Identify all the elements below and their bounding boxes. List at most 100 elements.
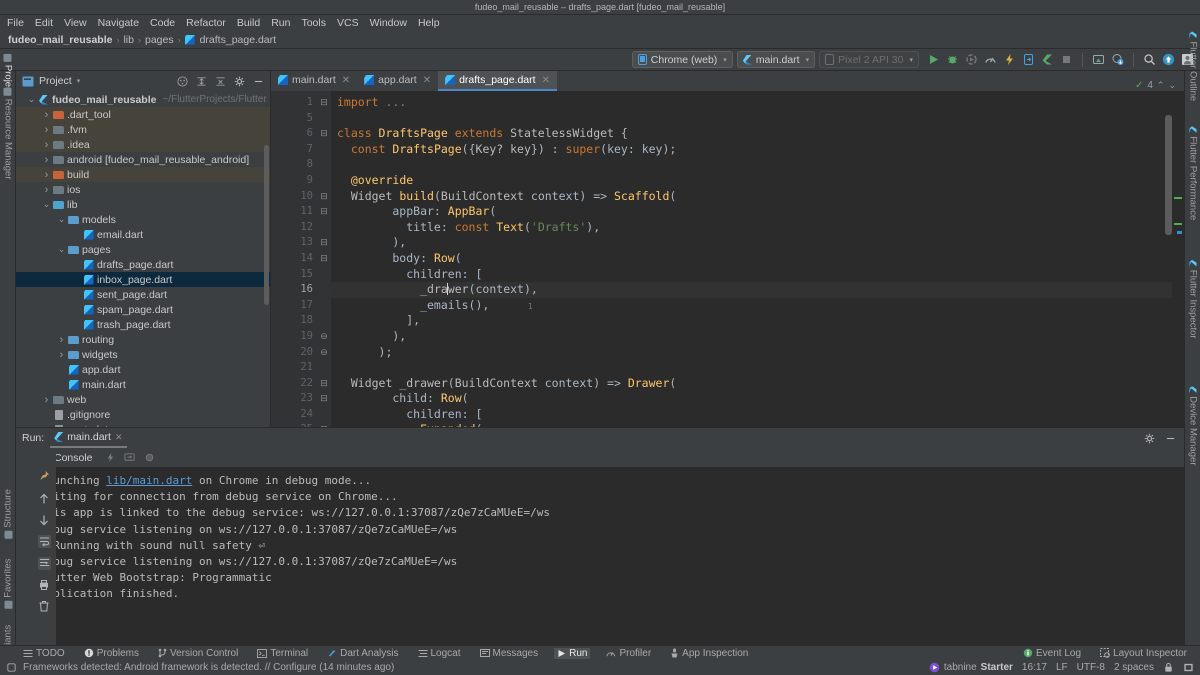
profile-icon[interactable]	[984, 53, 997, 66]
print-icon[interactable]	[38, 579, 50, 591]
code-line[interactable]: ),	[331, 235, 1184, 251]
close-icon[interactable]: ✕	[115, 432, 123, 443]
chevron-down-icon[interactable]: ⌄	[56, 214, 67, 225]
chevron-down-icon[interactable]: ⌄	[26, 94, 37, 105]
console-file-link[interactable]: lib/main.dart	[106, 474, 192, 487]
fold-toggle-icon[interactable]: ⊟	[317, 251, 331, 267]
chevron-down-icon[interactable]: ▾	[77, 77, 81, 85]
soft-wrap-icon[interactable]	[37, 535, 51, 548]
chevron-right-icon[interactable]: ›	[41, 394, 52, 406]
fold-toggle-icon[interactable]: ⊖	[317, 329, 331, 345]
expand-all-icon[interactable]	[196, 76, 207, 87]
tool-window-button-messages[interactable]: Messages	[477, 648, 542, 659]
tree-node[interactable]: main.dart	[16, 377, 270, 392]
code-line[interactable]: children: [	[331, 267, 1184, 283]
tool-window-tab-flutter-outline[interactable]: Flutter Outline	[1187, 32, 1198, 130]
code-line[interactable]: body: Row(	[331, 251, 1184, 267]
tree-node[interactable]: › .fvm	[16, 122, 270, 137]
status-message[interactable]: Frameworks detected: Android framework i…	[23, 662, 394, 673]
tree-node[interactable]: email.dart	[16, 227, 270, 242]
close-icon[interactable]: ✕	[542, 75, 550, 86]
tool-window-button-event-log[interactable]: Event Log	[1020, 648, 1084, 659]
tool-window-button-run[interactable]: Run	[554, 647, 591, 659]
tool-window-tab-resource-manager[interactable]: Resource Manager	[2, 87, 13, 192]
code-line[interactable]: ),	[331, 329, 1184, 345]
tool-window-button-app-inspection[interactable]: App Inspection	[667, 648, 751, 659]
tool-window-button-dart-analysis[interactable]: Dart Analysis	[324, 648, 401, 659]
fold-toggle-icon[interactable]: ⊟	[317, 204, 331, 220]
tree-node[interactable]: ⌄ models	[16, 212, 270, 227]
menu-navigate[interactable]: Navigate	[97, 17, 140, 29]
filter-icon[interactable]	[144, 452, 155, 463]
tool-window-tab-flutter-performance[interactable]: Flutter Performance	[1187, 126, 1198, 246]
chevron-right-icon[interactable]: ›	[41, 169, 52, 181]
tool-window-button-problems[interactable]: Problems	[81, 648, 142, 659]
breadcrumb-project[interactable]: fudeo_mail_reusable	[6, 34, 114, 46]
tool-window-tab-favorites[interactable]: Favorites	[2, 545, 13, 610]
menu-run[interactable]: Run	[270, 17, 291, 29]
tree-node[interactable]: › android [fudeo_mail_reusable_android]	[16, 152, 270, 167]
project-tree-scrollbar[interactable]	[264, 145, 269, 305]
menu-refactor[interactable]: Refactor	[185, 17, 227, 29]
code-line[interactable]: ],	[331, 313, 1184, 329]
chevron-right-icon[interactable]: ›	[41, 109, 52, 121]
memory-indicator-icon[interactable]	[1183, 662, 1194, 673]
menu-code[interactable]: Code	[149, 17, 176, 29]
fold-toggle-icon[interactable]: ⊖	[317, 345, 331, 361]
tree-node[interactable]: spam_page.dart	[16, 302, 270, 317]
fold-toggle-icon[interactable]: ⊟	[317, 126, 331, 142]
code-line[interactable]: title: const Text('Drafts'),	[331, 220, 1184, 236]
tree-node[interactable]: › routing	[16, 332, 270, 347]
editor-fold-gutter[interactable]: ⊟⊟⊟⊟⊟⊟⊖⊖⊟⊟⊟⊟	[317, 91, 331, 427]
code-line[interactable]: Widget build(BuildContext context) => Sc…	[331, 189, 1184, 205]
editor-tab-drafts_page-dart[interactable]: drafts_page.dart ✕	[438, 71, 557, 91]
fold-toggle-icon[interactable]: ⊟	[317, 95, 331, 111]
update-icon[interactable]	[1162, 53, 1175, 66]
fold-toggle-icon[interactable]: ⊟	[317, 391, 331, 407]
tree-node[interactable]: app.dart	[16, 362, 270, 377]
run-icon[interactable]	[927, 53, 940, 66]
menu-tools[interactable]: Tools	[300, 17, 327, 29]
restart-icon[interactable]	[124, 452, 136, 463]
close-icon[interactable]: ✕	[342, 75, 350, 86]
menu-window[interactable]: Window	[369, 17, 408, 29]
chevron-right-icon[interactable]: ›	[41, 139, 52, 151]
project-tree[interactable]: ⌄ fudeo_mail_reusable ~/FlutterProjects/Fl…	[16, 91, 270, 427]
hot-reload-icon[interactable]	[105, 452, 116, 463]
code-line[interactable]: _drawer(context),	[331, 282, 1184, 298]
status-indent[interactable]: 2 spaces	[1114, 662, 1154, 673]
close-icon[interactable]: ✕	[423, 75, 431, 86]
open-devtools-icon[interactable]	[1022, 53, 1035, 66]
tree-node[interactable]: › widgets	[16, 347, 270, 362]
tree-node[interactable]: › .dart_tool	[16, 107, 270, 122]
lock-icon[interactable]	[1163, 662, 1174, 673]
tree-node[interactable]: ⌄ pages	[16, 242, 270, 257]
chevron-right-icon[interactable]: ›	[41, 124, 52, 136]
chevron-right-icon[interactable]: ›	[56, 334, 67, 346]
menu-view[interactable]: View	[63, 17, 88, 29]
tool-window-button-version-control[interactable]: Version Control	[155, 648, 241, 659]
editor-code-content[interactable]: import ... class DraftsPage extends State…	[331, 91, 1184, 427]
chevron-down-icon[interactable]: ⌄	[56, 244, 67, 255]
code-line[interactable]: );	[331, 345, 1184, 361]
debug-icon[interactable]	[946, 53, 959, 66]
tree-node[interactable]: trash_page.dart	[16, 317, 270, 332]
run-console-output[interactable]: Launching lib/main.dart on Chrome in deb…	[32, 467, 1184, 645]
collapse-scope-icon[interactable]	[177, 75, 188, 87]
tool-window-tab-flutter-inspector[interactable]: Flutter Inspector	[1187, 260, 1198, 369]
run-with-coverage-icon[interactable]	[965, 53, 978, 66]
sdk-manager-icon[interactable]	[1092, 53, 1105, 66]
status-line-separator[interactable]: LF	[1056, 662, 1068, 673]
chevron-up-icon[interactable]: ⌃	[1157, 80, 1165, 91]
pin-icon[interactable]	[38, 470, 50, 482]
search-everywhere-icon[interactable]	[1143, 53, 1156, 66]
chevron-down-icon[interactable]: ⌄	[41, 199, 52, 210]
editor-scrollbar[interactable]	[1165, 115, 1172, 235]
tree-node[interactable]: .gitignore	[16, 407, 270, 422]
editor-tab-main-dart[interactable]: main.dart ✕	[271, 71, 357, 91]
settings-gear-icon[interactable]	[1144, 433, 1155, 444]
menu-file[interactable]: File	[6, 17, 25, 29]
tree-node[interactable]: › ios	[16, 182, 270, 197]
code-line[interactable]: appBar: AppBar(	[331, 204, 1184, 220]
tree-node-selected[interactable]: inbox_page.dart	[16, 272, 270, 287]
